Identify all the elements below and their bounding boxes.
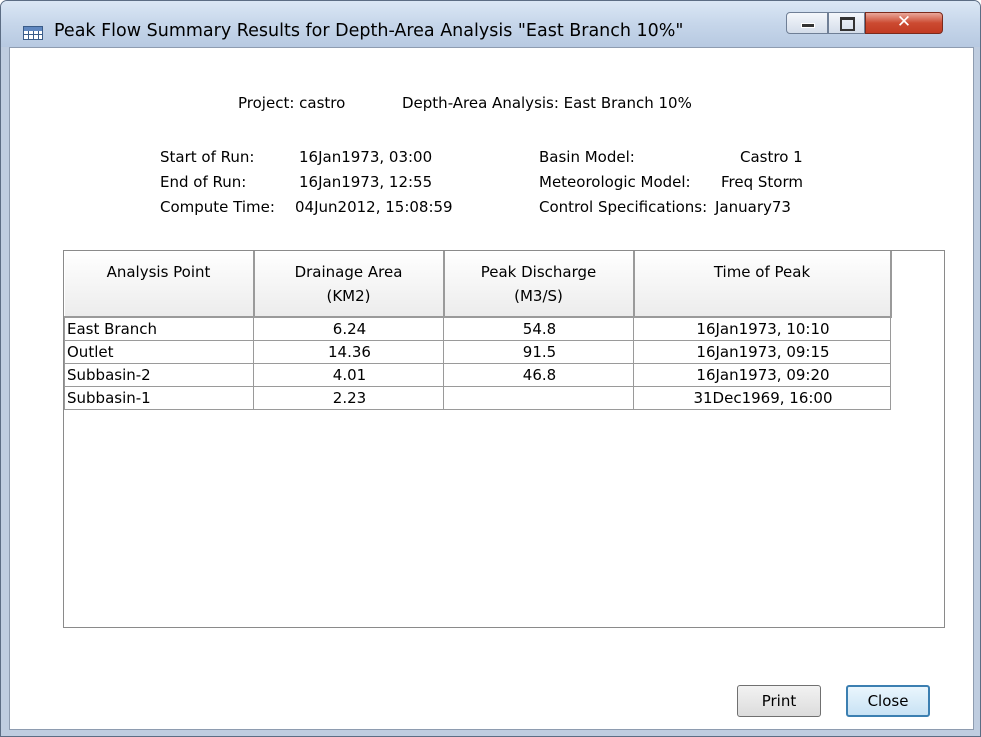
close-button[interactable]: Close [846,685,930,717]
header-unit: (KM2) [326,287,371,305]
cell-drainage-area: 14.36 [253,339,444,364]
control-specifications-label: Control Specifications: [539,198,708,216]
cell-time-of-peak: 16Jan1973, 10:10 [633,316,891,341]
cell-peak-discharge: 91.5 [443,339,634,364]
close-window-button[interactable]: ✕ [865,12,943,34]
cell-analysis-point: Subbasin-2 [64,362,254,387]
compute-time-label: Compute Time: [160,198,275,216]
close-icon: ✕ [896,12,912,32]
cell-drainage-area: 6.24 [253,316,444,341]
end-of-run-label: End of Run: [160,173,247,191]
compute-time-value: 04Jun2012, 15:08:59 [295,198,453,216]
table-icon [23,26,43,40]
meteorologic-model-label: Meteorologic Model: [539,173,691,191]
table-row[interactable]: Subbasin-2 4.01 46.8 16Jan1973, 09:20 [64,362,891,387]
cell-analysis-point: East Branch [64,316,254,341]
header-text: Time of Peak [713,263,811,281]
print-button[interactable]: Print [737,685,821,717]
cell-peak-discharge [443,385,634,410]
minimize-icon[interactable] [786,12,828,34]
table-row[interactable]: Outlet 14.36 91.5 16Jan1973, 09:15 [64,339,891,364]
dialog-body: Project: castro Depth-Area Analysis: Eas… [9,47,974,730]
cell-time-of-peak: 31Dec1969, 16:00 [633,385,891,410]
control-specifications-value: January73 [715,198,791,216]
results-window: Peak Flow Summary Results for Depth-Area… [0,0,981,737]
cell-time-of-peak: 16Jan1973, 09:20 [633,362,891,387]
header-unit: (M3/S) [514,287,563,305]
window-title: Peak Flow Summary Results for Depth-Area… [54,21,684,41]
cell-peak-discharge: 46.8 [443,362,634,387]
project-label: Project: castro [238,94,346,112]
table-row[interactable]: Subbasin-1 2.23 31Dec1969, 16:00 [64,385,891,410]
column-header-drainage-area[interactable]: Drainage Area (KM2) [253,251,445,318]
header-text: Peak Discharge [480,263,597,281]
header-text: Drainage Area [294,263,403,281]
analysis-label: Depth-Area Analysis: East Branch 10% [402,94,692,112]
meteorologic-model-value: Freq Storm [721,173,803,191]
header-text: Analysis Point [106,263,211,281]
title-bar[interactable]: Peak Flow Summary Results for Depth-Area… [1,1,980,47]
results-table: Analysis Point Drainage Area (KM2) Peak D… [64,251,892,410]
start-of-run-label: Start of Run: [160,148,255,166]
end-of-run-value: 16Jan1973, 12:55 [299,173,433,191]
cell-peak-discharge: 54.8 [443,316,634,341]
basin-model-value: Castro 1 [740,148,803,166]
cell-analysis-point: Subbasin-1 [64,385,254,410]
basin-model-label: Basin Model: [539,148,635,166]
table-header-row: Analysis Point Drainage Area (KM2) Peak D… [64,251,892,318]
table-row[interactable]: East Branch 6.24 54.8 16Jan1973, 10:10 [64,316,891,341]
cell-analysis-point: Outlet [64,339,254,364]
column-header-time-of-peak[interactable]: Time of Peak [633,251,892,318]
cell-drainage-area: 2.23 [253,385,444,410]
cell-drainage-area: 4.01 [253,362,444,387]
cell-time-of-peak: 16Jan1973, 09:15 [633,339,891,364]
column-header-peak-discharge[interactable]: Peak Discharge (M3/S) [443,251,635,318]
start-of-run-value: 16Jan1973, 03:00 [299,148,433,166]
results-table-panel[interactable]: Analysis Point Drainage Area (KM2) Peak D… [63,250,945,628]
maximize-icon[interactable] [828,12,865,34]
column-header-analysis-point[interactable]: Analysis Point [64,251,255,318]
